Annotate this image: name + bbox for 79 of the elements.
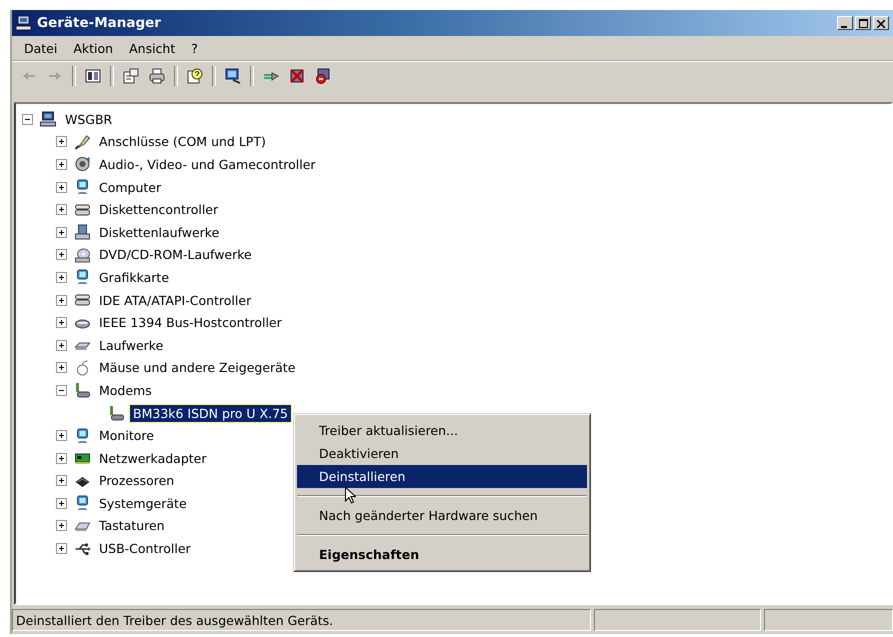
tree-item[interactable]: Tastaturen [96, 517, 168, 534]
menu-item[interactable]: Treiber aktualisieren... [297, 419, 587, 442]
monitor-icon [74, 428, 91, 444]
tree-item[interactable]: Anschlüsse (COM und LPT) [96, 133, 269, 150]
tree-item[interactable]: Monitore [96, 427, 157, 444]
tree-item[interactable]: Netzwerkadapter [96, 450, 210, 467]
tree-item[interactable]: Diskettencontroller [96, 201, 222, 218]
expander[interactable] [22, 114, 33, 125]
expander[interactable] [56, 272, 67, 283]
scan-icon [225, 68, 241, 84]
speaker-icon [74, 156, 91, 172]
expander[interactable] [56, 294, 67, 306]
tree-item[interactable]: Diskettenlaufwerke [96, 224, 222, 241]
modem-icon [108, 405, 125, 422]
tree-item[interactable]: IEEE 1394 Bus-Hostcontroller [96, 314, 285, 332]
menu-item[interactable]: Ansicht [121, 40, 184, 56]
help-icon [187, 68, 203, 84]
computer-icon [40, 111, 57, 128]
expander[interactable] [56, 340, 67, 351]
modem-icon [74, 382, 91, 398]
expander[interactable] [56, 520, 67, 532]
status-text: Deinstalliert den Treiber des ausgewählten Geräts. [12, 609, 591, 631]
tree-item[interactable]: BM33k6 ISDN pro U X.75 [130, 404, 291, 422]
tree-item[interactable]: Audio-, Video- und Gamecontroller [96, 156, 319, 173]
menu-item[interactable]: Datei [16, 40, 66, 56]
expander[interactable] [56, 430, 67, 442]
menu-item[interactable]: Deinstallieren [297, 465, 587, 488]
tree-item[interactable]: Mäuse und andere Zeigegeräte [96, 359, 298, 376]
tree-item[interactable]: Systemgeräte [96, 494, 190, 512]
expander[interactable] [56, 136, 67, 148]
menu-item[interactable]: Aktion [65, 40, 122, 56]
maximize-icon [858, 19, 868, 28]
panes-icon [85, 68, 101, 84]
maximize-button[interactable] [855, 16, 871, 30]
pointer-icon [345, 487, 356, 504]
menu-item[interactable]: Eigenschaften [297, 543, 587, 566]
usb-icon [74, 540, 91, 557]
tree-item[interactable]: Prozessoren [96, 472, 178, 490]
expander[interactable] [56, 498, 67, 509]
expander[interactable] [56, 226, 67, 238]
monitor-icon [74, 495, 91, 512]
close-icon [877, 20, 885, 28]
menu-item[interactable]: Deaktivieren [297, 442, 587, 465]
expander[interactable] [56, 204, 67, 216]
expander[interactable] [56, 158, 67, 170]
expander[interactable] [56, 475, 67, 486]
tree-item[interactable]: DVD/CD-ROM-Laufwerke [96, 246, 255, 264]
mouse-icon [74, 360, 91, 376]
close-button[interactable] [873, 16, 889, 30]
expander[interactable] [56, 249, 67, 260]
expander[interactable] [56, 362, 67, 374]
disc-icon [74, 246, 91, 263]
tree-item[interactable]: Modems [96, 382, 155, 399]
window-title: Geräte-Manager [37, 15, 161, 31]
floppy-drive-icon [74, 224, 91, 240]
expander[interactable] [56, 182, 67, 193]
tree-item[interactable]: WSGBR [62, 110, 116, 128]
expander[interactable] [56, 317, 67, 328]
menu-item[interactable]: ? [183, 40, 206, 56]
disable-icon [289, 68, 305, 84]
drive-icon [74, 292, 91, 308]
expander[interactable] [56, 543, 67, 554]
expander[interactable] [56, 452, 67, 464]
drive-icon [74, 202, 91, 218]
tree-item[interactable]: Computer [96, 178, 164, 196]
monitor-icon [74, 269, 91, 286]
tree-item[interactable]: IDE ATA/ATAPI-Controller [96, 292, 254, 309]
menu-item[interactable]: Nach geänderter Hardware suchen [297, 504, 587, 527]
printer-icon [149, 68, 165, 84]
monitor-icon [74, 179, 91, 196]
expander[interactable] [56, 384, 67, 396]
tree-item[interactable]: Laufwerke [96, 336, 166, 354]
uninstall-icon [315, 68, 331, 84]
tree-item[interactable]: Grafikkarte [96, 268, 172, 286]
minimize-button[interactable] [837, 16, 853, 30]
computer-icon [16, 15, 32, 31]
plug-icon [74, 134, 91, 150]
properties-icon [123, 68, 139, 84]
tree-item[interactable]: USB-Controller [96, 540, 194, 558]
